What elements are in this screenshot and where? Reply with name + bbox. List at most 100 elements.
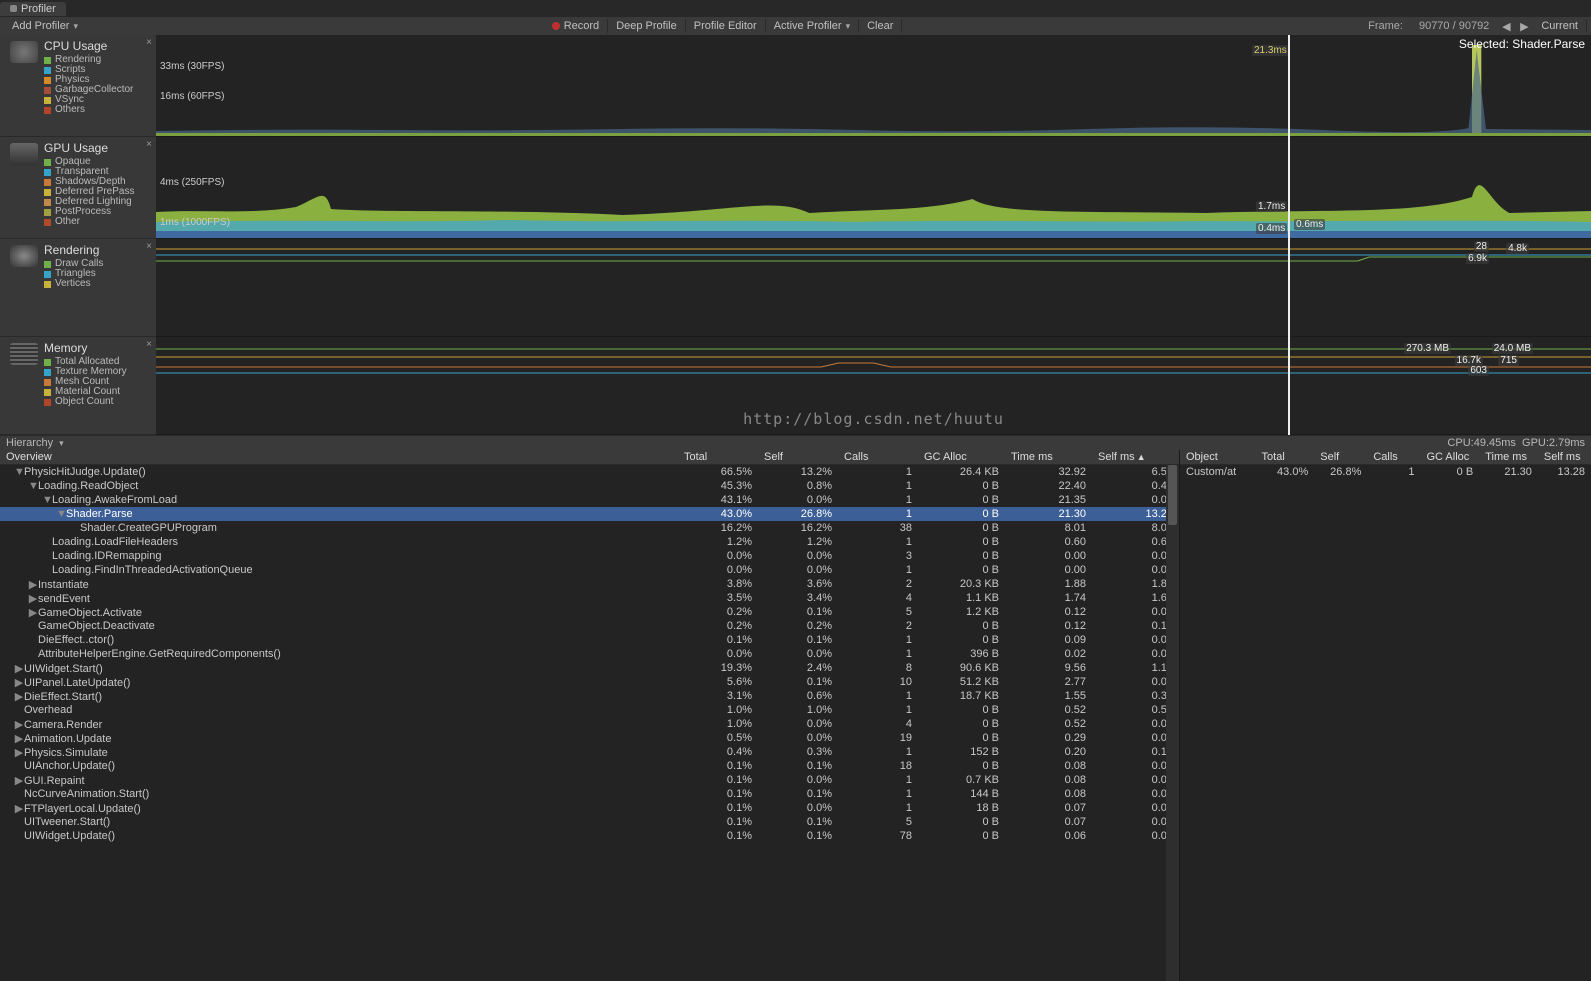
col-total[interactable]: Total <box>1256 451 1315 463</box>
foldout-icon[interactable]: ▼ <box>14 466 24 478</box>
foldout-icon[interactable]: ▶ <box>14 774 24 787</box>
table-row[interactable]: AttributeHelperEngine.GetRequiredCompone… <box>0 647 1179 661</box>
foldout-icon[interactable]: ▶ <box>28 578 38 591</box>
watermark: http://blog.csdn.net/huutu <box>743 410 1004 428</box>
detail-row[interactable]: Custom/at43.0%26.8%10 B21.3013.28 <box>1180 465 1591 479</box>
col-calls[interactable]: Calls <box>838 451 918 463</box>
foldout-icon[interactable]: ▼ <box>28 480 38 492</box>
record-button[interactable]: Record <box>544 19 608 33</box>
foldout-icon[interactable]: ▶ <box>14 732 24 745</box>
deep-profile-button[interactable]: Deep Profile <box>608 19 686 33</box>
memory-chart[interactable]: 270.3 MB 24.0 MB 16.7k 715 603 http://bl… <box>156 337 1591 435</box>
col-calls[interactable]: Calls <box>1367 451 1420 463</box>
foldout-icon[interactable]: ▶ <box>14 718 24 731</box>
table-row[interactable]: ▶Instantiate3.8%3.6%220.3 KB1.881.82 <box>0 577 1179 591</box>
memory-title: Memory <box>44 341 152 355</box>
legend-item[interactable]: Vertices <box>44 279 152 289</box>
table-row[interactable]: ▼Shader.Parse43.0%26.8%10 B21.3013.28 <box>0 507 1179 521</box>
table-row[interactable]: Overhead1.0%1.0%10 B0.520.52 <box>0 703 1179 717</box>
hierarchy-table: Overview Total Self Calls GC Alloc Time … <box>0 450 1179 981</box>
gpu-chart[interactable]: 4ms (250FPS) 1ms (1000FPS) 1.7ms 0.6ms 0… <box>156 137 1591 239</box>
clear-button[interactable]: Clear <box>859 19 902 33</box>
col-gc[interactable]: GC Alloc <box>918 451 1005 463</box>
add-profiler-button[interactable]: Add Profiler▾ <box>4 19 86 33</box>
table-row[interactable]: ▶GUI.Repaint0.1%0.0%10.7 KB0.080.04 <box>0 773 1179 787</box>
scrollbar[interactable] <box>1166 465 1179 981</box>
table-row[interactable]: ▼PhysicHitJudge.Update()66.5%13.2%126.4 … <box>0 465 1179 479</box>
memory-track[interactable]: × Memory Total AllocatedTexture MemoryMe… <box>0 337 156 435</box>
legend-item[interactable]: Object Count <box>44 397 152 407</box>
rendering-chart[interactable]: 28 4.8k 6.9k <box>156 239 1591 337</box>
table-row[interactable]: ▶FTPlayerLocal.Update()0.1%0.0%118 B0.07… <box>0 801 1179 815</box>
col-overview[interactable]: Overview <box>0 451 678 463</box>
col-time[interactable]: Time ms <box>1479 451 1538 463</box>
frame-cursor[interactable] <box>1288 35 1290 435</box>
value-label: 0.6ms <box>1294 219 1325 230</box>
grid-label: 1ms (1000FPS) <box>160 217 230 228</box>
close-icon[interactable]: × <box>146 339 152 350</box>
close-icon[interactable]: × <box>146 139 152 150</box>
cpu-track[interactable]: × CPU Usage RenderingScriptsPhysicsGarba… <box>0 35 156 137</box>
table-row[interactable]: Shader.CreateGPUProgram16.2%16.2%380 B8.… <box>0 521 1179 535</box>
table-row[interactable]: ▶Camera.Render1.0%0.0%40 B0.520.03 <box>0 717 1179 731</box>
col-selfms[interactable]: Self ms▲ <box>1092 451 1179 463</box>
cpu-chart[interactable]: 33ms (30FPS) 16ms (60FPS) 21.3ms <box>156 35 1591 137</box>
table-row[interactable]: UITweener.Start()0.1%0.1%50 B0.070.07 <box>0 815 1179 829</box>
table-row[interactable]: Loading.IDRemapping0.0%0.0%30 B0.000.00 <box>0 549 1179 563</box>
col-self[interactable]: Self <box>758 451 838 463</box>
legend-item[interactable]: Others <box>44 105 152 115</box>
legend-swatch-icon <box>44 67 51 74</box>
rendering-track[interactable]: × Rendering Draw CallsTrianglesVertices <box>0 239 156 337</box>
chart-area[interactable]: Selected: Shader.Parse 33ms (30FPS) 16ms… <box>156 35 1591 435</box>
table-row[interactable]: ▶Physics.Simulate0.4%0.3%1152 B0.200.17 <box>0 745 1179 759</box>
table-row[interactable]: ▼Loading.ReadObject45.3%0.8%10 B22.400.4… <box>0 479 1179 493</box>
col-gc[interactable]: GC Alloc <box>1420 451 1479 463</box>
table-row[interactable]: ▶UIWidget.Start()19.3%2.4%890.6 KB9.561.… <box>0 661 1179 675</box>
table-row[interactable]: ▶GameObject.Activate0.2%0.1%51.2 KB0.120… <box>0 605 1179 619</box>
table-row[interactable]: Loading.FindInThreadedActivationQueue0.0… <box>0 563 1179 577</box>
rendering-icon <box>10 245 38 267</box>
active-profiler-button[interactable]: Active Profiler▾ <box>766 19 859 33</box>
foldout-icon[interactable]: ▶ <box>14 746 24 759</box>
foldout-icon[interactable]: ▶ <box>14 802 24 815</box>
value-label: 6.9k <box>1466 253 1489 264</box>
col-object[interactable]: Object <box>1180 451 1256 463</box>
foldout-icon[interactable]: ▶ <box>14 676 24 689</box>
close-icon[interactable]: × <box>146 241 152 252</box>
profiler-tab[interactable]: Profiler <box>0 2 66 16</box>
table-row[interactable]: DieEffect..ctor()0.1%0.1%10 B0.090.09 <box>0 633 1179 647</box>
table-row[interactable]: GameObject.Deactivate0.2%0.2%20 B0.120.1… <box>0 619 1179 633</box>
table-row[interactable]: ▶Animation.Update0.5%0.0%190 B0.290.01 <box>0 731 1179 745</box>
table-row[interactable]: UIWidget.Update()0.1%0.1%780 B0.060.06 <box>0 829 1179 843</box>
close-icon[interactable]: × <box>146 37 152 48</box>
table-row[interactable]: ▶sendEvent3.5%3.4%41.1 KB1.741.69 <box>0 591 1179 605</box>
legend-swatch-icon <box>44 359 51 366</box>
foldout-icon[interactable]: ▶ <box>28 592 38 605</box>
scrollbar-thumb[interactable] <box>1168 465 1177 525</box>
table-row[interactable]: UIAnchor.Update()0.1%0.1%180 B0.080.08 <box>0 759 1179 773</box>
prev-frame-button[interactable]: ◀ <box>1497 20 1515 33</box>
table-row[interactable]: ▶DieEffect.Start()3.1%0.6%118.7 KB1.550.… <box>0 689 1179 703</box>
foldout-icon[interactable]: ▼ <box>42 494 52 506</box>
table-row[interactable]: Loading.LoadFileHeaders1.2%1.2%10 B0.600… <box>0 535 1179 549</box>
profile-editor-button[interactable]: Profile Editor <box>686 19 766 33</box>
foldout-icon[interactable]: ▶ <box>14 690 24 703</box>
col-time[interactable]: Time ms <box>1005 451 1092 463</box>
foldout-icon[interactable]: ▶ <box>14 662 24 675</box>
foldout-icon[interactable]: ▶ <box>28 606 38 619</box>
current-button[interactable]: Current <box>1533 19 1587 33</box>
col-selfms[interactable]: Self ms <box>1538 451 1591 463</box>
value-label: 28 <box>1474 241 1489 252</box>
table-row[interactable]: ▶UIPanel.LateUpdate()5.6%0.1%1051.2 KB2.… <box>0 675 1179 689</box>
foldout-icon[interactable]: ▼ <box>56 508 66 520</box>
table-row[interactable]: ▼Loading.AwakeFromLoad43.1%0.0%10 B21.35… <box>0 493 1179 507</box>
grid-label: 4ms (250FPS) <box>160 177 224 188</box>
col-self[interactable]: Self <box>1314 451 1367 463</box>
next-frame-button[interactable]: ▶ <box>1515 20 1533 33</box>
gpu-track[interactable]: × GPU Usage OpaqueTransparentShadows/Dep… <box>0 137 156 239</box>
hierarchy-dropdown[interactable]: Hierarchy <box>6 437 53 449</box>
table-row[interactable]: NcCurveAnimation.Start()0.1%0.1%1144 B0.… <box>0 787 1179 801</box>
legend-swatch-icon <box>44 107 51 114</box>
legend-item[interactable]: Other <box>44 217 152 227</box>
col-total[interactable]: Total <box>678 451 758 463</box>
